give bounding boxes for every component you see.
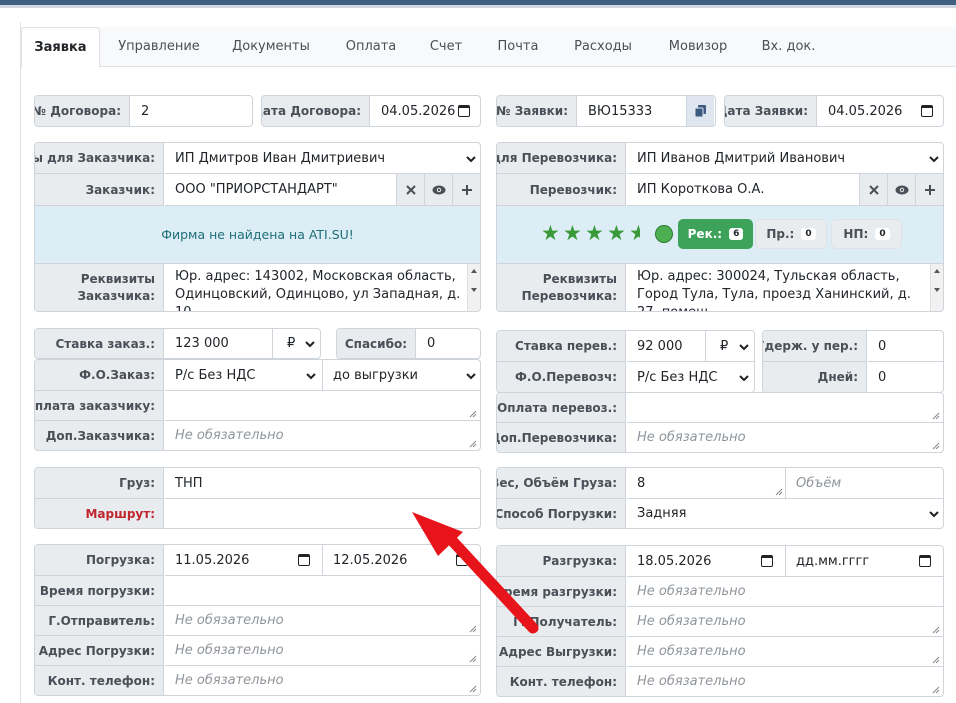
annotation-arrow: [412, 512, 539, 634]
annotation-arrow-shaft: [440, 528, 539, 634]
